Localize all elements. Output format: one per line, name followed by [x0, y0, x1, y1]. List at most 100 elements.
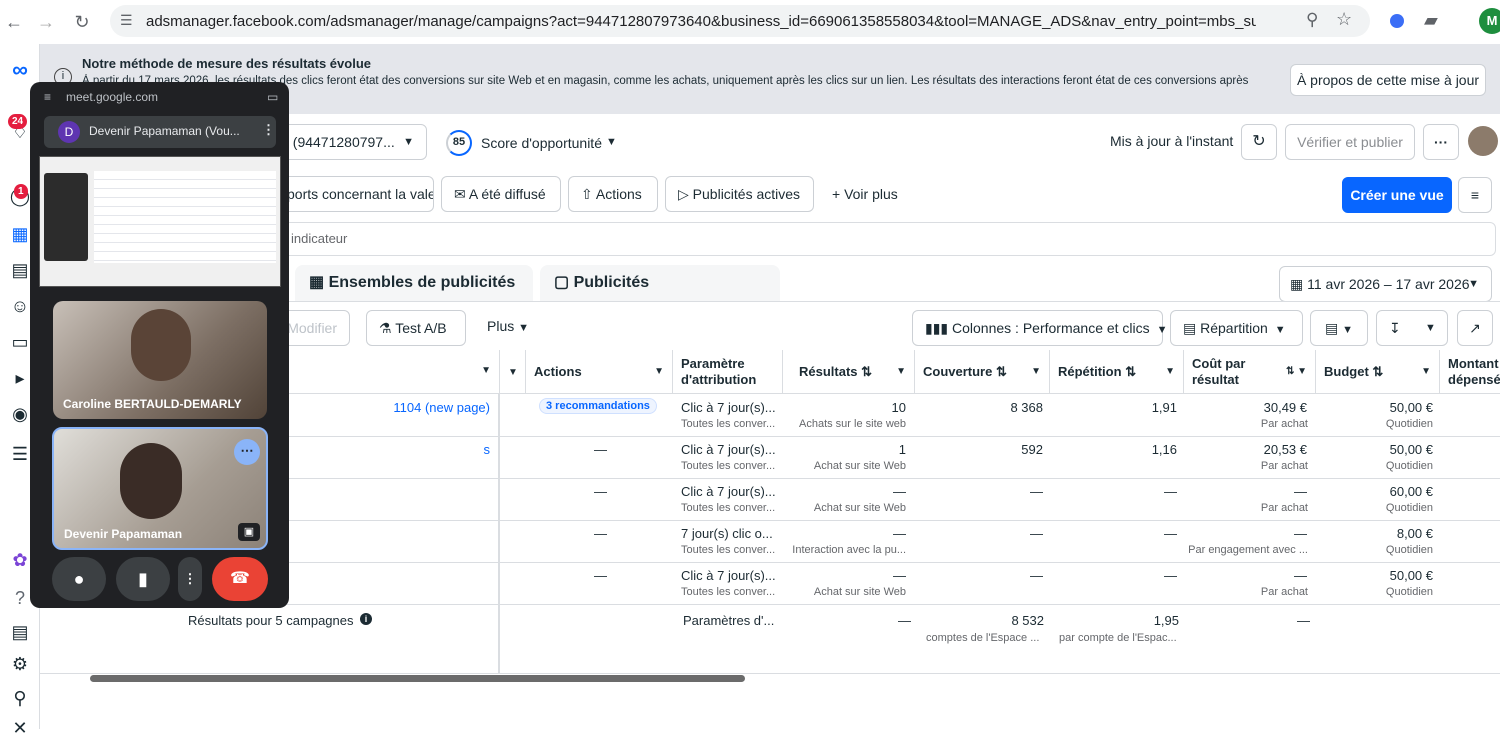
bookmark-star-icon[interactable]: ☆	[1336, 9, 1352, 30]
chevron-down-icon: ▼	[481, 365, 491, 376]
self-name: Devenir Papamaman	[64, 527, 183, 541]
url-text[interactable]: adsmanager.facebook.com/adsmanager/manag…	[146, 13, 1256, 30]
hang-up-icon[interactable]: ☎	[212, 557, 268, 601]
cost-cell[interactable]: —	[1190, 484, 1307, 499]
results-cell[interactable]: 10	[790, 400, 906, 415]
more-options-button[interactable]: ···	[1423, 124, 1459, 160]
filter-settings-icon[interactable]: ≡	[1458, 177, 1492, 213]
attribution-cell: Clic à 7 jour(s)...	[681, 568, 776, 583]
budget-cell[interactable]: 50,00 €	[1320, 400, 1433, 415]
create-view-button[interactable]: Créer une vue	[1342, 177, 1452, 213]
cost-cell[interactable]: —	[1190, 568, 1307, 583]
see-more-link[interactable]: + Voir plus	[832, 186, 898, 202]
avatar[interactable]	[1468, 126, 1498, 156]
extension-dot-icon[interactable]	[1390, 14, 1404, 28]
ab-test-button[interactable]: ⚗ Test A/B	[366, 310, 466, 346]
breakdown-icon: ▤	[1183, 320, 1197, 336]
budget-cell[interactable]: 60,00 €	[1320, 484, 1433, 499]
site-info-icon[interactable]: ☰	[120, 12, 133, 29]
address-bar[interactable]: ☰ adsmanager.facebook.com/adsmanager/man…	[110, 5, 1370, 37]
cost-column-header[interactable]: Coût par résultat ⇅ ▼	[1184, 350, 1316, 394]
cost-cell[interactable]: 30,49 €	[1190, 400, 1307, 415]
campaign-name-link[interactable]: s	[280, 442, 491, 457]
play-icon: ▷	[678, 186, 689, 202]
tab-adsets[interactable]: ▦ Ensembles de publicités	[295, 265, 533, 301]
actions-column-header[interactable]: Actions ▼	[526, 350, 673, 394]
self-view-tile[interactable]: ⋯ Devenir Papamaman ▣	[52, 427, 268, 550]
actions-cell: —	[594, 484, 607, 499]
name-column-header[interactable]: ▼	[270, 350, 500, 394]
camera-icon[interactable]: ▮	[116, 557, 170, 601]
search-input[interactable]: indicateur	[270, 222, 1496, 256]
browser-toolbar: ← → ↻ ☰ adsmanager.facebook.com/adsmanag…	[0, 0, 1500, 44]
extensions-puzzle-icon[interactable]: ▰	[1424, 10, 1438, 31]
chevron-down-icon[interactable]: ▼	[606, 136, 617, 148]
breakdown-dropdown[interactable]: ▤ Répartition ▼	[1170, 310, 1303, 346]
microphone-icon[interactable]: ●	[52, 557, 106, 601]
attribution-sub: Toutes les conver...	[681, 544, 776, 556]
budget-column-header[interactable]: Budget ⇅ ▼	[1316, 350, 1440, 394]
return-to-tab-icon[interactable]: ▭	[267, 90, 278, 104]
results-cell[interactable]: —	[790, 568, 906, 583]
results-column-header[interactable]: Résultats ⇅ ▼	[783, 350, 915, 394]
view-value-reports[interactable]: ports concernant la valeur	[270, 176, 434, 212]
info-icon[interactable]: i	[360, 613, 372, 625]
account-selector[interactable]: t (94471280797... ▼	[270, 124, 427, 160]
settings-gear-icon[interactable]: ⚙	[4, 652, 36, 676]
frequency-column-header[interactable]: Répétition ⇅ ▼	[1050, 350, 1184, 394]
chart-toggle-icon[interactable]: ↗	[1457, 310, 1493, 346]
more-dropdown[interactable]: Plus ▼	[487, 318, 529, 334]
view-delivered[interactable]: ✉ A été diffusé	[441, 176, 561, 212]
spent-column-header[interactable]: Montant dépensé	[1440, 350, 1500, 394]
cost-cell[interactable]: —	[1190, 526, 1307, 541]
refresh-icon[interactable]: ↻	[1241, 124, 1277, 160]
reports-dropdown[interactable]: ▤ ▼	[1310, 310, 1368, 346]
reach-column-header[interactable]: Couverture ⇅ ▼	[915, 350, 1050, 394]
cost-cell[interactable]: 20,53 €	[1190, 442, 1307, 457]
more-vert-icon[interactable]: ⋮	[178, 557, 202, 601]
delivery-column-header[interactable]: ▼	[500, 350, 526, 394]
budget-cell[interactable]: 50,00 €	[1320, 442, 1433, 457]
back-icon[interactable]: ←	[2, 10, 26, 34]
tab-ads[interactable]: ▢ Publicités	[540, 265, 780, 301]
meeting-menu-icon[interactable]: ⋮	[262, 122, 275, 138]
reload-icon[interactable]: ↻	[70, 10, 94, 34]
budget-cell[interactable]: 50,00 €	[1320, 568, 1433, 583]
meta-logo-icon[interactable]: ∞	[4, 58, 36, 82]
profile-avatar[interactable]: M	[1479, 8, 1500, 34]
reports-icon[interactable]: ▤	[4, 620, 36, 644]
date-range-picker[interactable]: ▦ 11 avr 2026 – 17 avr 2026 ▼	[1279, 266, 1492, 302]
reach-header-label: Couverture	[923, 364, 993, 379]
notifications-badge: 24	[8, 114, 28, 129]
search-icon[interactable]: ⚲	[4, 686, 36, 710]
reach-cell: —	[1030, 484, 1043, 499]
meet-pip-window[interactable]: ≡ meet.google.com ▭ D Devenir Papamaman …	[30, 82, 289, 608]
sort-icon: ⇅	[995, 364, 1007, 379]
columns-dropdown[interactable]: ▮▮▮ Colonnes : Performance et clics ▼	[912, 310, 1168, 346]
spent-header-line1: Montant	[1448, 356, 1499, 371]
horizontal-scrollbar[interactable]	[90, 675, 745, 682]
tile-more-icon[interactable]: ⋯	[234, 439, 260, 465]
participant-tile[interactable]: Caroline BERTAULD-DEMARLY	[53, 301, 267, 419]
frequency-cell: 1,16	[1151, 442, 1177, 457]
meeting-title-bar[interactable]: D Devenir Papamaman (Vou... ⋮	[44, 116, 276, 148]
view-actions[interactable]: ⇧ Actions	[568, 176, 658, 212]
attribution-column-header[interactable]: Paramètre d'attribution	[673, 350, 783, 394]
opportunity-score-gauge[interactable]: 85	[446, 130, 472, 156]
results-cell[interactable]: 1	[790, 442, 906, 457]
review-publish-button[interactable]: Vérifier et publier	[1285, 124, 1415, 160]
recommendations-badge[interactable]: 3 recommandations	[539, 398, 657, 414]
opportunity-score-label[interactable]: Score d'opportunité	[481, 135, 602, 151]
results-cell[interactable]: —	[790, 484, 906, 499]
sort-icon: ⇅	[1125, 364, 1137, 379]
forward-icon[interactable]: →	[34, 10, 58, 34]
export-dropdown[interactable]: ↧ ▼	[1376, 310, 1448, 346]
pip-icon[interactable]: ▣	[238, 523, 260, 541]
about-update-button[interactable]: À propos de cette mise à jour	[1290, 64, 1486, 96]
zoom-icon[interactable]: ⚲	[1306, 10, 1318, 30]
view-active-ads[interactable]: ▷ Publicités actives	[665, 176, 814, 212]
results-cell[interactable]: —	[790, 526, 906, 541]
campaign-name-link[interactable]: 1104 (new page)	[280, 400, 490, 415]
rail-more-icon[interactable]: ✕	[4, 716, 36, 740]
budget-cell[interactable]: 8,00 €	[1320, 526, 1433, 541]
